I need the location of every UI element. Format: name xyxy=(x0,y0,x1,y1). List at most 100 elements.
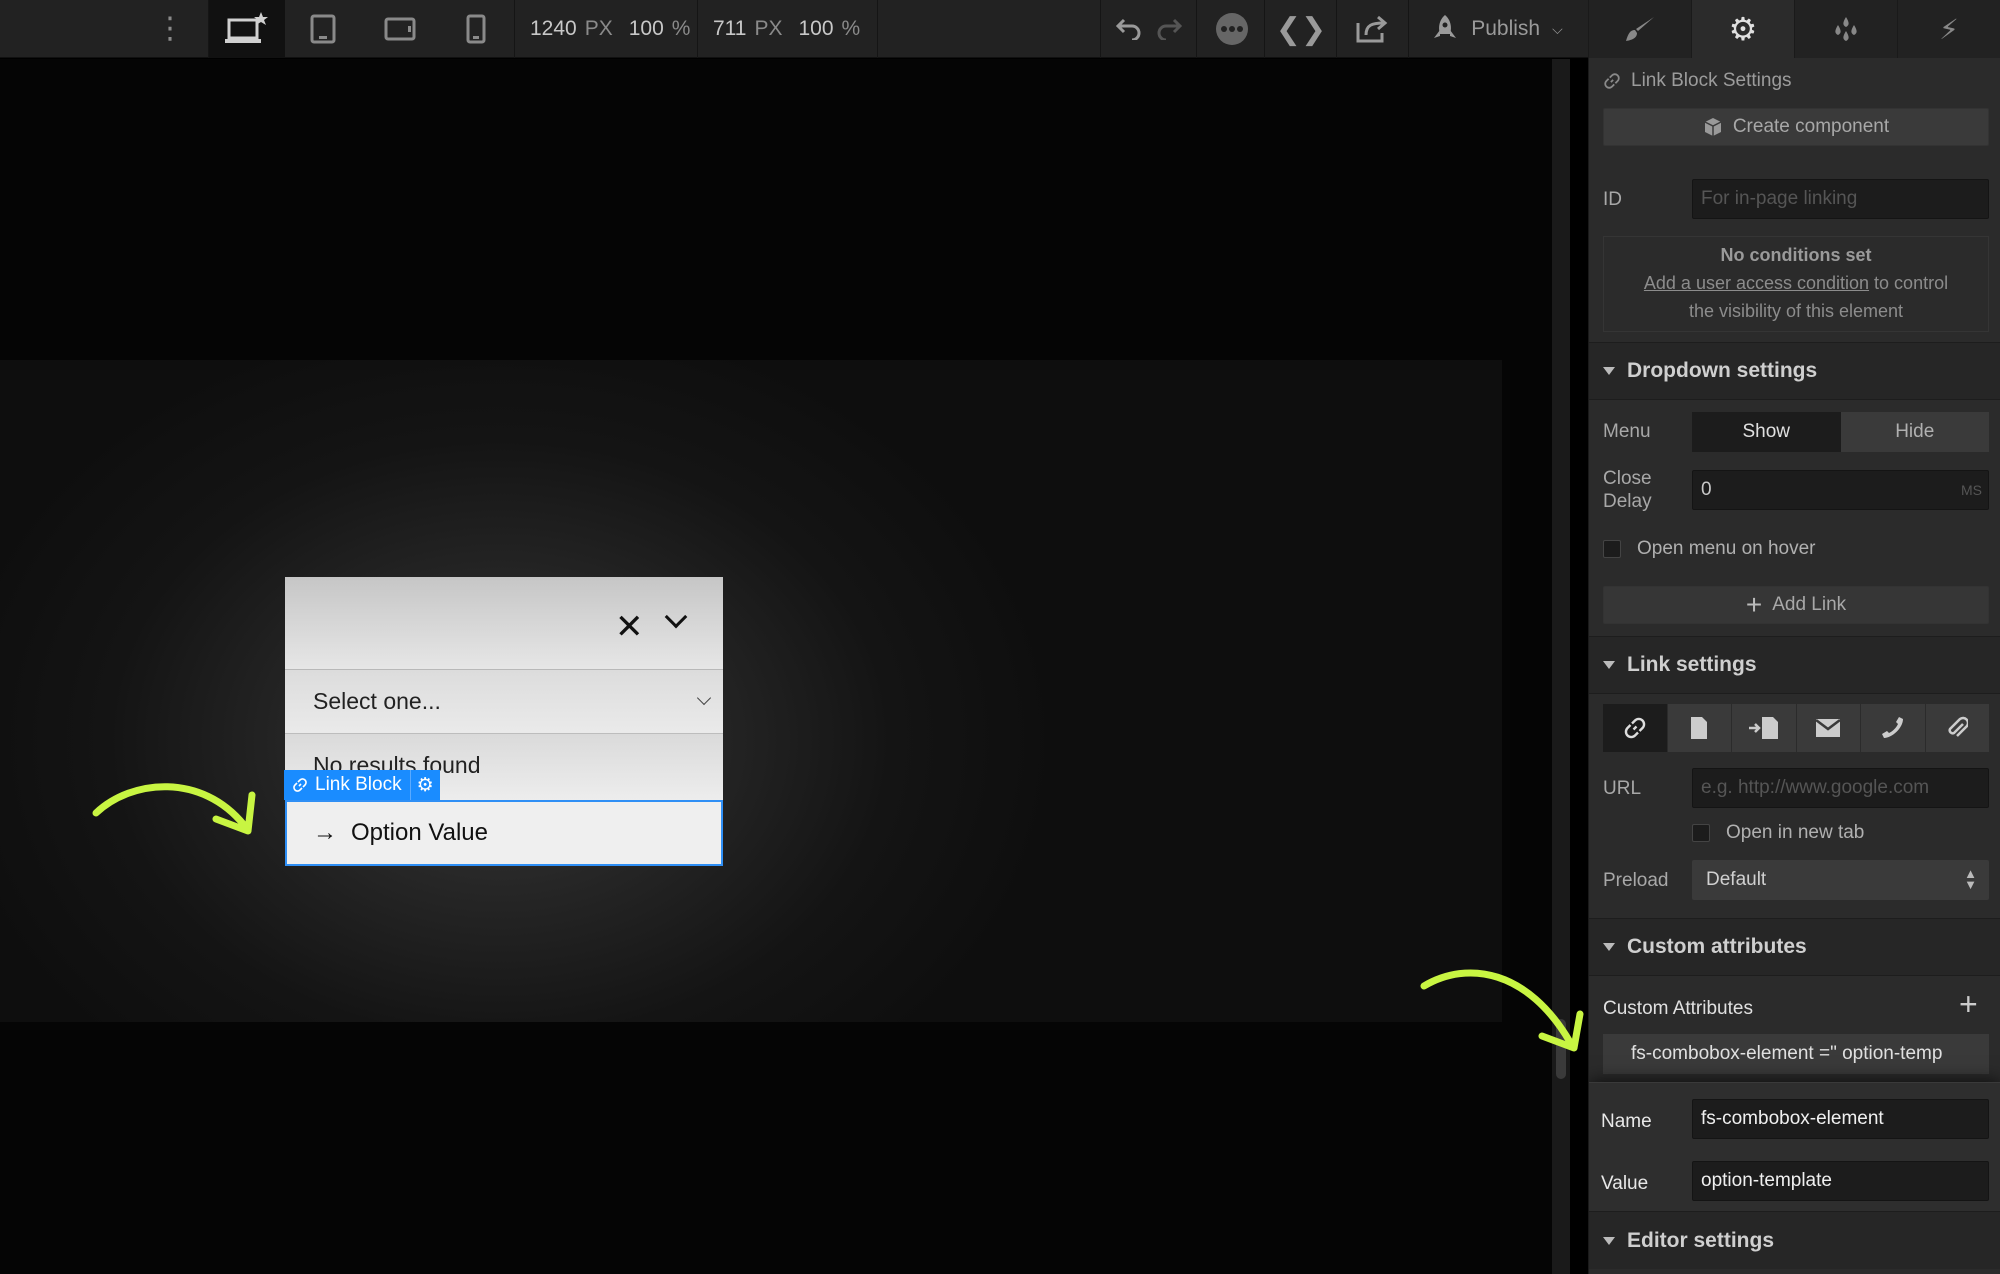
chevron-down-icon: ⌵ xyxy=(1552,20,1563,37)
preload-select[interactable]: Default ▲ ▼ xyxy=(1692,860,1989,900)
section-dropdown-settings[interactable]: Dropdown settings xyxy=(1589,342,2000,400)
custom-attribute-row[interactable]: fs-combobox-element =" option-temp xyxy=(1603,1034,1989,1074)
width-value: 1240 xyxy=(530,17,577,40)
share-icon[interactable] xyxy=(1352,0,1392,58)
create-component-button[interactable]: Create component xyxy=(1603,108,1989,146)
panel-tabs: ⚙ ⚡ xyxy=(1589,0,2000,58)
tab-settings[interactable]: ⚙ xyxy=(1692,0,1795,58)
option-value-text: Option Value xyxy=(351,819,488,846)
combobox-select[interactable]: Select one... xyxy=(285,670,723,734)
page-section-link-icon[interactable] xyxy=(1732,704,1797,752)
redo-icon[interactable] xyxy=(1152,0,1186,58)
attachment-link-icon[interactable] xyxy=(1926,704,1990,752)
id-placeholder: For in-page linking xyxy=(1701,188,1858,209)
tablet-icon xyxy=(310,14,336,44)
tab-lightning[interactable]: ⚡ xyxy=(1898,0,2000,58)
add-attribute-plus-icon[interactable]: + xyxy=(1959,986,1978,1023)
section-title: Link settings xyxy=(1627,653,1757,676)
undo-icon[interactable] xyxy=(1112,0,1146,58)
publish-button[interactable]: Publish ⌵ xyxy=(1422,0,1572,58)
option-link-block[interactable]: → Option Value xyxy=(285,800,723,866)
section-editor-settings[interactable]: Editor settings xyxy=(1589,1211,2000,1269)
close-delay-label-1: Close xyxy=(1603,468,1652,489)
conditions-line: Add a user access condition to control xyxy=(1604,269,1988,297)
plus-icon: + xyxy=(1745,589,1763,620)
more-menu-icon[interactable]: ⋮ xyxy=(150,0,190,58)
menu-show-button[interactable]: Show xyxy=(1692,412,1841,452)
mobile-landscape-icon xyxy=(384,17,416,41)
conditions-title: No conditions set xyxy=(1720,245,1872,265)
canvas-height-readout[interactable]: 711 PX 100 % xyxy=(713,0,860,58)
top-toolbar: ⋮ 1240 PX 100 % 711 PX 100 % ❮❯ Publish … xyxy=(0,0,1588,58)
phone-link-icon[interactable] xyxy=(1861,704,1926,752)
desktop-star-icon xyxy=(225,12,268,43)
mobile-portrait-breakpoint-button[interactable] xyxy=(438,0,514,58)
more-options-icon[interactable] xyxy=(1212,0,1252,58)
value-label: Value xyxy=(1601,1173,1649,1194)
component-cube-icon xyxy=(1704,118,1722,136)
gear-icon: ⚙ xyxy=(1728,11,1758,47)
tab-style[interactable] xyxy=(1589,0,1692,58)
width-percent: 100 xyxy=(628,17,664,40)
combobox-component[interactable]: ✕ Select one... No results found → Optio… xyxy=(285,577,723,867)
section-title: Dropdown settings xyxy=(1627,359,1818,382)
section-link-settings[interactable]: Link settings xyxy=(1589,636,2000,694)
divider xyxy=(697,0,698,58)
settings-panel: ⚙ ⚡ Link Block Settings Create component… xyxy=(1588,0,2000,1274)
caret-down-icon xyxy=(1603,943,1615,951)
select-placeholder: Select one... xyxy=(313,688,441,714)
design-canvas[interactable] xyxy=(0,59,1570,1274)
add-link-label: Add Link xyxy=(1772,594,1847,615)
section-custom-attributes[interactable]: Custom attributes xyxy=(1589,918,2000,976)
attribute-name-value: fs-combobox-element xyxy=(1701,1108,1884,1129)
email-link-icon[interactable] xyxy=(1797,704,1861,752)
url-link-icon[interactable] xyxy=(1603,704,1668,752)
selected-element-label[interactable]: Link Block xyxy=(284,770,410,800)
selected-element-tag[interactable]: Link Block ⚙ xyxy=(284,770,440,800)
caret-down-icon xyxy=(1603,1236,1615,1245)
clear-icon[interactable]: ✕ xyxy=(615,607,644,647)
chevron-down-icon[interactable] xyxy=(664,605,688,629)
rocket-icon xyxy=(1434,15,1457,38)
combobox-header[interactable]: ✕ xyxy=(285,577,723,670)
custom-attribute-text: fs-combobox-element =" option-temp xyxy=(1631,1043,1943,1064)
close-delay-value: 0 xyxy=(1701,479,1712,500)
divider xyxy=(1100,0,1101,58)
caret-down-icon xyxy=(1603,661,1615,669)
interactions-drops-icon xyxy=(1835,17,1857,41)
desktop-breakpoint-button[interactable] xyxy=(209,0,285,58)
section-title: Custom attributes xyxy=(1627,935,1807,958)
canvas-width-readout[interactable]: 1240 PX 100 % xyxy=(530,0,690,58)
element-settings-title: Link Block Settings xyxy=(1631,70,1792,91)
height-unit: PX xyxy=(754,17,783,40)
tablet-breakpoint-button[interactable] xyxy=(285,0,361,58)
attribute-value-input[interactable]: option-template xyxy=(1692,1161,1989,1201)
tab-interactions[interactable] xyxy=(1795,0,1898,58)
menu-label: Menu xyxy=(1603,421,1651,442)
code-export-icon[interactable]: ❮❯ xyxy=(1276,0,1326,58)
attribute-name-input[interactable]: fs-combobox-element xyxy=(1692,1099,1989,1139)
mobile-portrait-icon xyxy=(466,14,486,44)
url-input[interactable]: e.g. http://www.google.com xyxy=(1692,768,1989,808)
open-on-hover-checkbox[interactable] xyxy=(1603,540,1621,558)
element-settings-gear-icon[interactable]: ⚙ xyxy=(409,770,440,800)
custom-attributes-label: Custom Attributes xyxy=(1603,998,1753,1019)
divider xyxy=(1336,0,1337,58)
open-new-tab-label: Open in new tab xyxy=(1726,822,1865,843)
lightning-icon: ⚡ xyxy=(1939,13,1959,45)
height-value: 711 xyxy=(713,17,747,40)
height-percent: 100 xyxy=(798,17,834,40)
attribute-value-value: option-template xyxy=(1701,1170,1832,1191)
add-link-button[interactable]: + Add Link xyxy=(1603,586,1989,624)
mobile-landscape-breakpoint-button[interactable] xyxy=(362,0,438,58)
page-link-icon[interactable] xyxy=(1668,704,1732,752)
add-condition-link[interactable]: Add a user access condition xyxy=(1644,273,1869,293)
close-delay-input[interactable]: 0 MS xyxy=(1692,470,1989,510)
create-component-label: Create component xyxy=(1732,116,1890,137)
link-icon xyxy=(293,778,307,792)
id-input[interactable]: For in-page linking xyxy=(1692,179,1989,219)
menu-hide-button[interactable]: Hide xyxy=(1840,412,1989,452)
open-new-tab-checkbox[interactable] xyxy=(1692,824,1710,842)
canvas-scrollbar[interactable] xyxy=(1552,59,1570,1274)
canvas-section[interactable] xyxy=(0,360,1502,1022)
